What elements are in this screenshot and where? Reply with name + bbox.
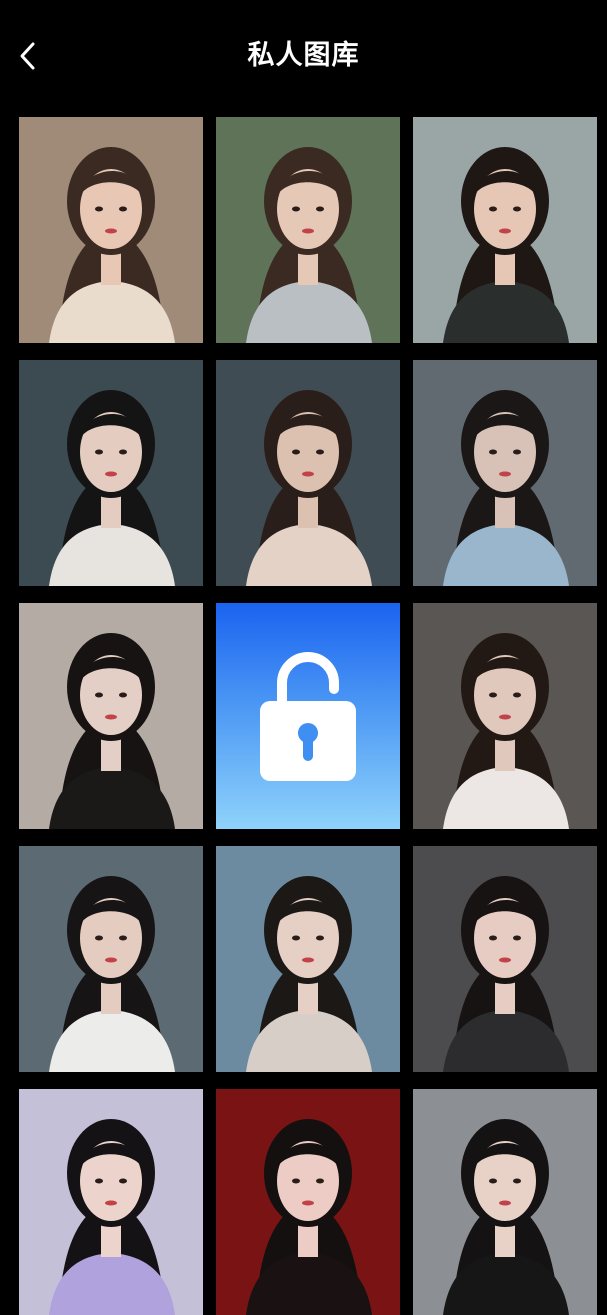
photo-tile[interactable] [216,1089,400,1315]
page-title: 私人图库 [247,40,360,71]
photo-tile[interactable] [413,117,597,343]
photo-tile[interactable] [413,603,597,829]
portrait-image [443,876,569,1072]
photo-tile[interactable] [216,360,400,586]
photo-tile[interactable] [19,846,203,1072]
photo-tile[interactable] [19,117,203,343]
locked-photo-tile[interactable] [216,603,400,829]
photo-grid [19,117,597,1315]
portrait-image [443,147,569,343]
portrait-image [49,633,175,829]
portrait-image [49,876,175,1072]
portrait-image [443,1119,569,1315]
photo-tile[interactable] [413,1089,597,1315]
photo-tile[interactable] [216,846,400,1072]
photo-tile[interactable] [413,846,597,1072]
lock-icon [260,652,356,781]
portrait-image [49,147,175,343]
photo-tile[interactable] [413,360,597,586]
portrait-image [246,390,372,586]
top-bar: 私人图库 [0,0,607,112]
portrait-image [246,1119,372,1315]
portrait-image [246,147,372,343]
photo-tile[interactable] [216,117,400,343]
photo-tile[interactable] [19,1089,203,1315]
portrait-image [49,390,175,586]
portrait-image [443,390,569,586]
photo-tile[interactable] [19,360,203,586]
portrait-image [443,633,569,829]
photo-tile[interactable] [19,603,203,829]
portrait-image [246,876,372,1072]
portrait-image [49,1119,175,1315]
